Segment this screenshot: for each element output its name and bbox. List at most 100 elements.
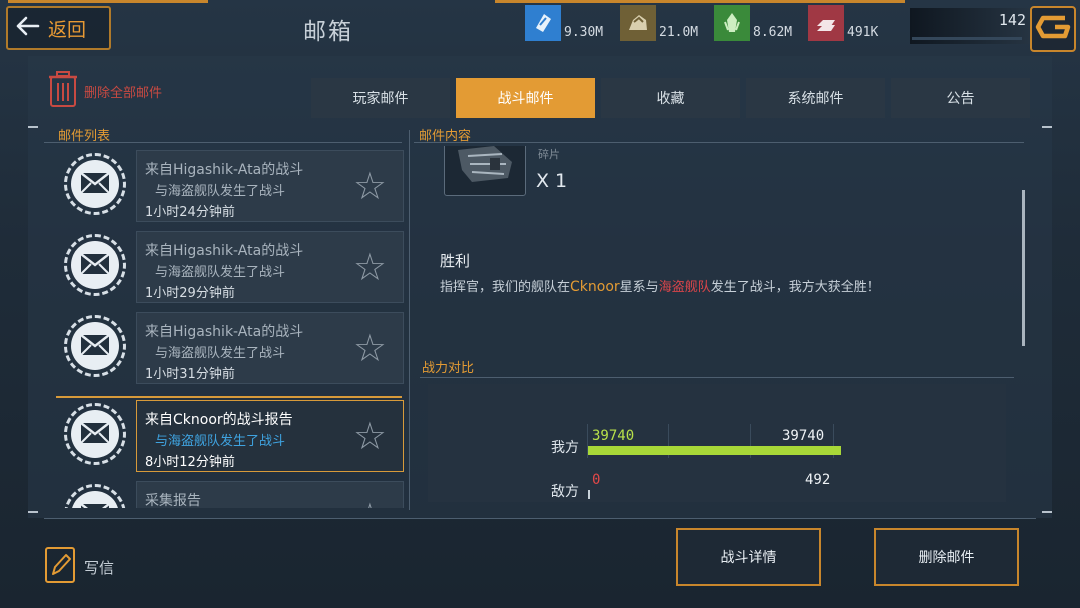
- divider: [414, 142, 1024, 143]
- envelope-icon: [80, 501, 110, 508]
- ship-part-icon: [450, 146, 520, 190]
- write-mail-label: 写信: [84, 558, 115, 577]
- green-crystal-icon: [714, 5, 750, 41]
- item-thumbnail: [444, 146, 526, 196]
- resource-value: 491K: [847, 25, 879, 40]
- crystal-card-icon: [525, 5, 561, 41]
- resource-ore: 21.0M: [620, 3, 698, 41]
- message-prefix: 指挥官，我们的舰队在: [440, 280, 571, 295]
- mail-summary: 与海盗舰队发生了战斗: [155, 265, 286, 280]
- resource-ingot: 491K: [808, 3, 878, 41]
- resource-value: 21.0M: [659, 25, 699, 40]
- top-accent-line: [8, 0, 208, 3]
- trash-icon: [48, 70, 78, 112]
- ours-power-bar: [588, 446, 841, 455]
- envelope-icon: [80, 170, 110, 198]
- delete-mail-button[interactable]: 删除邮件: [874, 528, 1019, 586]
- divider: [44, 142, 402, 143]
- envelope-badge: [64, 153, 126, 215]
- menu-logo-button[interactable]: [1030, 6, 1076, 52]
- corner-mark: [28, 126, 38, 128]
- mail-time: 8小时12分钟前: [145, 455, 235, 470]
- content-scrollbar[interactable]: [1022, 190, 1025, 346]
- mail-sender: 来自Higashik-Ata的战斗: [145, 162, 304, 178]
- resource-value: 8.62M: [753, 25, 793, 40]
- tab-system-mail[interactable]: 系统邮件: [746, 78, 885, 118]
- divider: [44, 518, 1036, 519]
- ours-power-value: 39740: [592, 428, 635, 444]
- envelope-badge: [64, 484, 126, 508]
- message-mid: 星系与: [619, 280, 659, 295]
- corner-mark: [28, 511, 38, 513]
- comparison-title: 战力对比: [422, 361, 475, 376]
- selection-bar: [56, 396, 402, 398]
- mail-time: 1小时29分钟前: [145, 286, 235, 301]
- corner-mark: [1042, 126, 1052, 128]
- envelope-icon: [80, 332, 110, 360]
- star-icon[interactable]: ☆: [353, 417, 387, 455]
- power-bar: [912, 37, 1022, 40]
- resource-green-crystal: 8.62M: [714, 3, 792, 41]
- envelope-badge: [64, 315, 126, 377]
- list-item[interactable]: 来自Higashik-Ata的战斗 与海盗舰队发生了战斗 1小时31分钟前 ☆: [56, 308, 406, 384]
- mail-sender: 来自Higashik-Ata的战斗: [145, 243, 304, 259]
- mail-card[interactable]: 采集报告 ☆: [136, 481, 404, 508]
- mail-card[interactable]: 来自Higashik-Ata的战斗 与海盗舰队发生了战斗 1小时24分钟前 ☆: [136, 150, 404, 222]
- pencil-icon: [44, 546, 76, 588]
- enemy-power-total: 492: [805, 472, 831, 488]
- resource-crystal-card: 9.30M: [525, 3, 603, 41]
- mail-sender: 来自Cknoor的战斗报告: [145, 412, 293, 428]
- delete-all-label: 删除全部邮件: [84, 85, 163, 101]
- divider: [420, 377, 1014, 378]
- back-button[interactable]: 返回: [6, 6, 111, 50]
- mail-list[interactable]: 来自Higashik-Ata的战斗 与海盗舰队发生了战斗 1小时24分钟前 ☆ …: [56, 146, 406, 508]
- list-item[interactable]: 来自Higashik-Ata的战斗 与海盗舰队发生了战斗 1小时29分钟前 ☆: [56, 227, 406, 303]
- tab-favorites[interactable]: 收藏: [601, 78, 740, 118]
- envelope-icon: [80, 420, 110, 448]
- mail-summary: 与海盗舰队发生了战斗: [155, 346, 286, 361]
- enemy-power-bar: [588, 490, 590, 499]
- tab-battle-mail[interactable]: 战斗邮件: [456, 78, 595, 118]
- write-mail-button[interactable]: 写信: [44, 546, 114, 588]
- item-quantity: X 1: [536, 170, 568, 192]
- envelope-badge: [64, 234, 126, 296]
- battle-detail-button[interactable]: 战斗详情: [676, 528, 821, 586]
- message-enemy: 海盗舰队: [658, 280, 711, 295]
- mail-sender: 来自Higashik-Ata的战斗: [145, 324, 304, 340]
- star-icon[interactable]: ☆: [353, 498, 387, 508]
- corner-mark: [1042, 511, 1052, 513]
- tab-announcement[interactable]: 公告: [891, 78, 1030, 118]
- star-icon[interactable]: ☆: [353, 329, 387, 367]
- list-item-selected[interactable]: 来自Cknoor的战斗报告 与海盗舰队发生了战斗 8小时12分钟前 ☆: [56, 396, 406, 472]
- power-value: 142: [998, 11, 1026, 29]
- top-bar: 返回 邮箱 9.30M 21.0M 8.62M 491K 142: [0, 0, 1080, 56]
- page-title: 邮箱: [303, 19, 353, 45]
- mail-summary: 与海盗舰队发生了战斗: [155, 434, 286, 449]
- battle-message: 指挥官，我们的舰队在Cknoor星系与海盗舰队发生了战斗，我方大获全胜！: [440, 276, 880, 295]
- resource-value: 9.30M: [564, 25, 604, 40]
- enemy-label: 敌方: [551, 484, 579, 500]
- list-item[interactable]: 采集报告 ☆: [56, 477, 406, 508]
- envelope-icon: [80, 251, 110, 279]
- ours-power-total: 39740: [782, 428, 825, 444]
- back-label: 返回: [48, 18, 87, 41]
- star-icon[interactable]: ☆: [353, 248, 387, 286]
- logo-icon: [1035, 12, 1071, 46]
- mail-card[interactable]: 来自Higashik-Ata的战斗 与海盗舰队发生了战斗 1小时29分钟前 ☆: [136, 231, 404, 303]
- tab-player-mail[interactable]: 玩家邮件: [311, 78, 450, 118]
- envelope-badge: [64, 403, 126, 465]
- list-item[interactable]: 来自Higashik-Ata的战斗 与海盗舰队发生了战斗 1小时24分钟前 ☆: [56, 146, 406, 222]
- mail-card[interactable]: 来自Higashik-Ata的战斗 与海盗舰队发生了战斗 1小时31分钟前 ☆: [136, 312, 404, 384]
- arrow-left-icon: [16, 16, 40, 40]
- power-display: 142: [910, 8, 1030, 44]
- power-comparison: [428, 384, 1006, 502]
- delete-all-button[interactable]: 删除全部邮件: [48, 70, 162, 112]
- message-system: Cknoor: [570, 279, 620, 295]
- item-label: 碎片: [538, 148, 560, 161]
- ours-label: 我方: [551, 440, 579, 456]
- mail-card[interactable]: 来自Cknoor的战斗报告 与海盗舰队发生了战斗 8小时12分钟前 ☆: [136, 400, 404, 472]
- mail-summary: 与海盗舰队发生了战斗: [155, 184, 286, 199]
- star-icon[interactable]: ☆: [353, 167, 387, 205]
- message-suffix: 发生了战斗，我方大获全胜！: [710, 280, 880, 295]
- mail-time: 1小时24分钟前: [145, 205, 235, 220]
